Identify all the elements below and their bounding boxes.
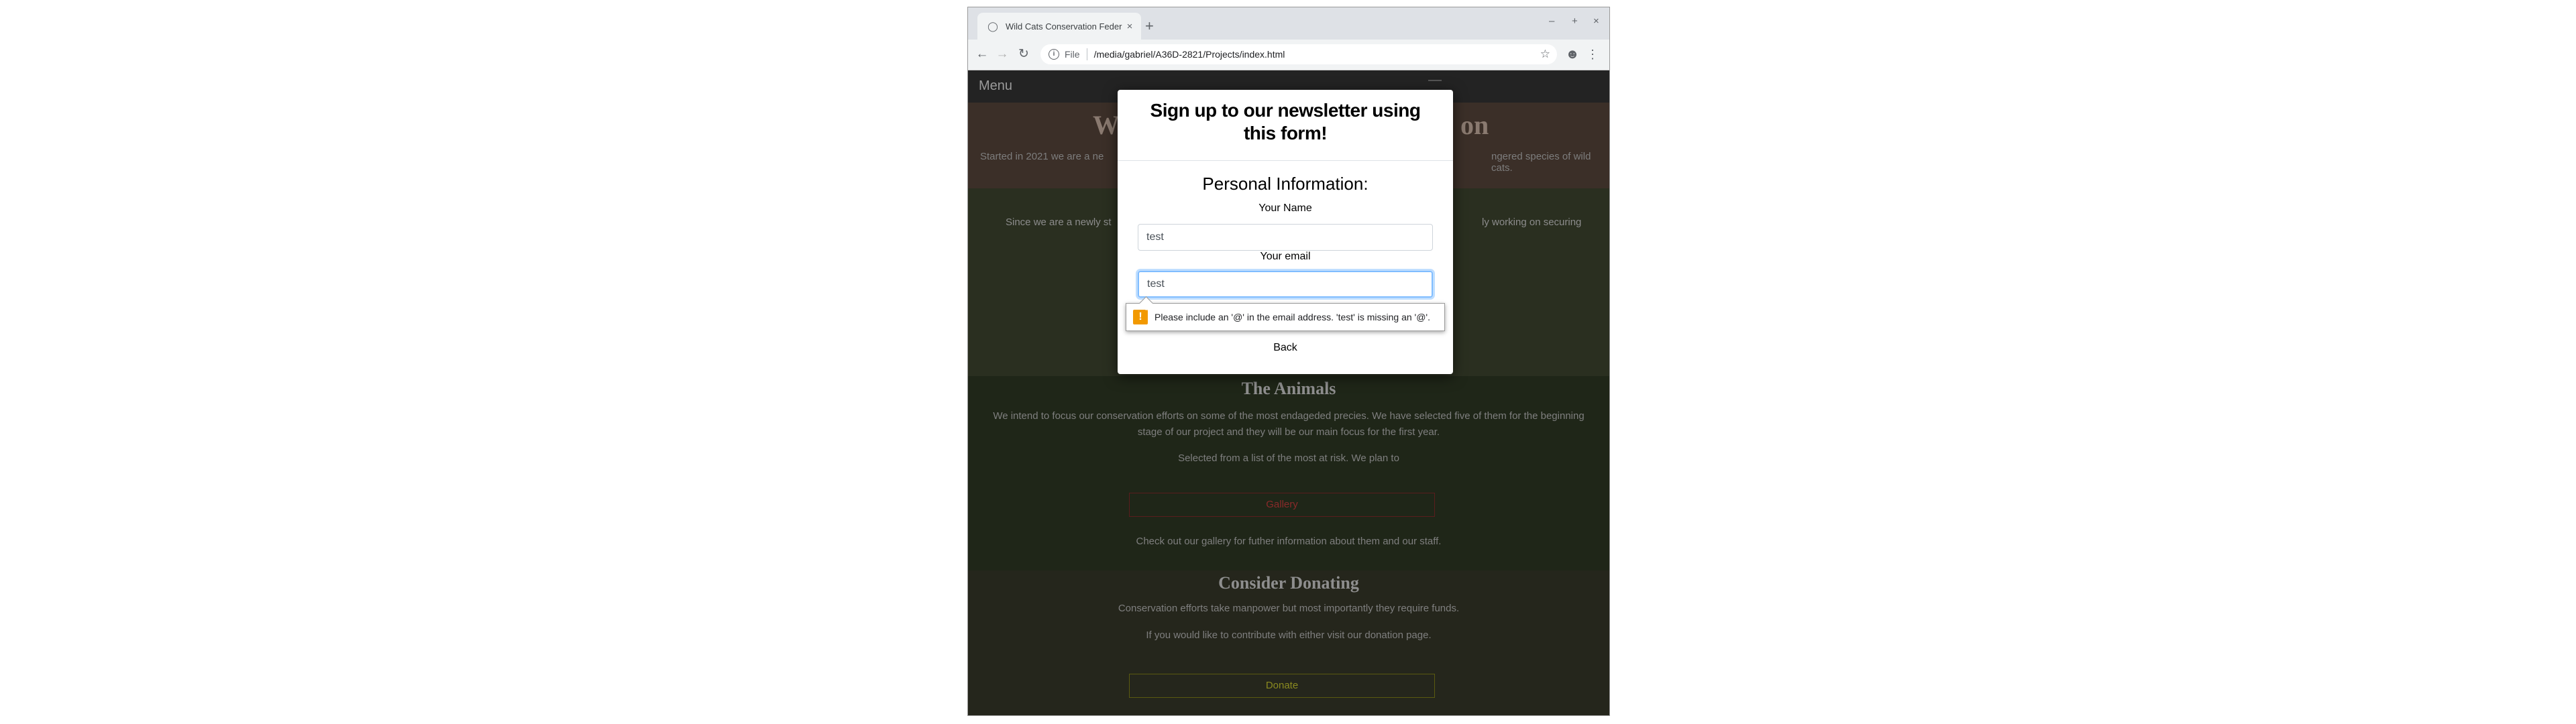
donate-paragraph: Conservation efforts take manpower but m… [1118,603,1460,614]
validation-message: Please include an '@' in the email addre… [1155,312,1430,322]
animals-paragraph: We intend to focus our conservation effo… [993,410,1585,438]
animals-heading: The Animals [1241,379,1336,398]
address-bar[interactable]: i File /media/gabriel/A36D-2821/Projects… [1040,44,1557,64]
newsletter-modal: Sign up to our newsletter using this for… [1118,90,1453,374]
modal-title: Sign up to our newsletter using this for… [1150,100,1421,143]
maximize-button[interactable]: + [1572,15,1578,27]
hero-title-left: W [1093,110,1120,140]
intro-text-right: ly working on securing [1482,217,1582,228]
url-text[interactable]: /media/gabriel/A36D-2821/Projects/index.… [1094,49,1285,60]
reload-icon[interactable]: ↻ [1015,46,1032,63]
browser-menu-icon[interactable]: ⋮ [1584,46,1601,63]
browser-window: ◯ Wild Cats Conservation Federa × + – + … [967,7,1610,716]
animals-selection-text: Selected from a list of the most at risk… [1178,452,1399,464]
name-input[interactable]: test [1138,224,1433,251]
browser-titlebar: ◯ Wild Cats Conservation Federa × + – + … [968,7,1609,40]
profile-avatar-icon[interactable]: ☻ [1564,46,1581,63]
gallery-info-text: Check out our gallery for futher informa… [1136,536,1442,547]
email-input[interactable]: test [1138,271,1433,298]
tab-close-icon[interactable]: × [1122,21,1137,32]
warning-icon: ! [1133,310,1148,324]
bookmark-star-icon[interactable]: ☆ [1540,48,1550,61]
intro-text-left: Since we are a newly st [1006,217,1112,228]
hamburger-icon[interactable] [1428,80,1442,81]
close-window-button[interactable]: × [1593,15,1599,27]
personal-info-heading: Personal Information: [1202,174,1368,194]
donate-heading: Consider Donating [1218,573,1359,593]
minimize-button[interactable]: – [1549,15,1554,27]
hero-subtitle-left: Started in 2021 we are a ne [980,151,1104,162]
url-scheme-label: File [1065,49,1080,60]
site-menu-label[interactable]: Menu [979,78,1012,94]
validation-tooltip: ! Please include an '@' in the email add… [1126,303,1445,331]
info-icon[interactable]: i [1049,49,1059,60]
hero-title-right: on [1460,110,1489,140]
back-button[interactable]: Back [1118,342,1453,354]
gallery-button[interactable]: Gallery [1129,493,1435,517]
donate-instruction: If you would like to contribute with eit… [1146,629,1432,641]
new-tab-button[interactable]: + [1145,17,1154,36]
browser-tab[interactable]: ◯ Wild Cats Conservation Federa × [977,13,1141,40]
donate-button[interactable]: Donate [1129,674,1435,698]
hero-subtitle-right: ngered species of wild cats. [1491,151,1591,174]
forward-arrow-icon[interactable]: → [994,46,1011,63]
modal-divider [1118,160,1453,161]
page-favicon-icon: ◯ [987,20,998,32]
page-viewport: Menu W on Started in 2021 we are a ne ng… [968,70,1609,715]
tab-title: Wild Cats Conservation Federa [1006,21,1122,32]
browser-toolbar: ← → ↻ i File /media/gabriel/A36D-2821/Pr… [968,40,1609,70]
back-arrow-icon[interactable]: ← [973,46,991,63]
name-label: Your Name [1258,202,1312,214]
email-label: Your email [1260,251,1311,262]
